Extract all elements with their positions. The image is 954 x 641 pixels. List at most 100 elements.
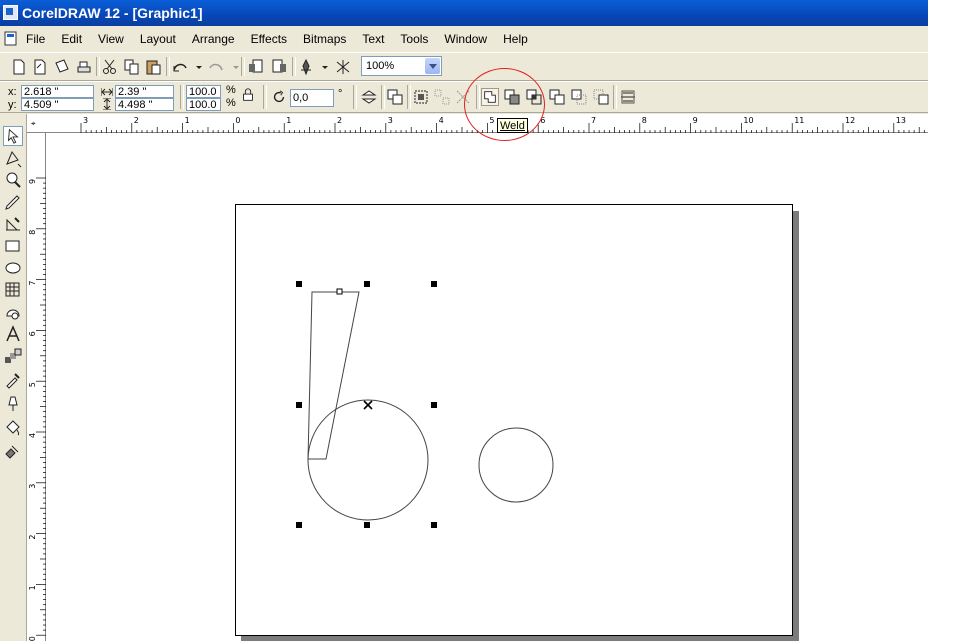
ruler-label: 4	[439, 116, 444, 125]
menu-edit[interactable]: Edit	[61, 32, 82, 46]
menu-arrange[interactable]: Arrange	[192, 32, 235, 46]
scale-y-field[interactable]: 100.0	[186, 98, 221, 111]
print-icon[interactable]	[75, 58, 93, 76]
undo-dropdown-icon[interactable]	[190, 58, 202, 76]
smart-fill-tool-icon[interactable]	[3, 214, 23, 234]
trim-icon[interactable]	[503, 88, 521, 106]
ruler-label: 3	[83, 116, 88, 125]
open-icon[interactable]	[31, 58, 49, 76]
interactive-fill-tool-icon[interactable]	[3, 440, 23, 460]
drawing-canvas[interactable]	[46, 133, 928, 641]
menu-bitmaps[interactable]: Bitmaps	[303, 32, 346, 46]
ruler-label: 3	[28, 484, 37, 489]
graph-paper-tool-icon[interactable]	[3, 280, 23, 300]
node-handle[interactable]	[336, 288, 343, 295]
ruler-label: 2	[337, 116, 342, 125]
eyedropper-tool-icon[interactable]	[3, 370, 23, 390]
export-icon[interactable]	[270, 58, 288, 76]
ellipse-tool-icon[interactable]	[3, 258, 23, 278]
ruler-origin-icon[interactable]: ⌖	[31, 119, 36, 128]
ruler-label: 1	[28, 585, 37, 590]
rotate-icon	[271, 89, 287, 105]
horizontal-ruler[interactable]: ⌖ 3 2 1 0 1 2 3 4 5 6 7 8 9 10 11 12 13	[27, 114, 928, 133]
rectangle-tool-icon[interactable]	[3, 236, 23, 256]
copy-icon[interactable]	[123, 58, 141, 76]
menu-bar: File Edit View Layout Arrange Effects Bi…	[0, 27, 928, 51]
back-minus-front-icon[interactable]	[592, 88, 610, 106]
mirror-icon[interactable]	[360, 88, 378, 106]
chevron-down-icon[interactable]	[425, 58, 440, 74]
toolbar-separator	[613, 85, 617, 109]
application-launcher-icon[interactable]	[297, 58, 315, 76]
menu-help[interactable]: Help	[503, 32, 528, 46]
x-position-field[interactable]: 2.618 "	[21, 85, 94, 98]
menu-window[interactable]: Window	[444, 32, 487, 46]
ruler-label: 12	[845, 116, 855, 125]
text-tool-icon[interactable]	[3, 324, 23, 344]
zoom-level-select[interactable]: 100%	[361, 56, 442, 76]
redo-icon[interactable]	[207, 58, 225, 76]
ungroup-icon[interactable]	[433, 88, 451, 106]
menu-file[interactable]: File	[26, 32, 45, 46]
outline-tool-icon[interactable]	[3, 394, 23, 414]
large-circle-shape[interactable]	[307, 399, 429, 521]
small-circle-shape[interactable]	[478, 427, 554, 503]
front-minus-back-icon[interactable]	[570, 88, 588, 106]
rotation-angle-field[interactable]: 0,0	[290, 89, 334, 107]
create-boundary-icon[interactable]	[619, 88, 637, 106]
import-icon[interactable]	[247, 58, 265, 76]
save-icon[interactable]	[53, 58, 71, 76]
weld-icon[interactable]	[481, 88, 499, 106]
ruler-label: 6	[28, 331, 37, 336]
corel-online-icon[interactable]	[334, 58, 352, 76]
menu-tools[interactable]: Tools	[400, 32, 428, 46]
y-position-field[interactable]: 4.509 "	[21, 98, 94, 111]
title-bar: CorelDRAW 12 - [Graphic1]	[0, 0, 928, 26]
toolbar-separator	[407, 85, 411, 109]
ruler-label: 5	[489, 116, 494, 125]
undo-icon[interactable]	[171, 58, 189, 76]
pick-tool-icon[interactable]	[3, 126, 23, 146]
menu-view[interactable]: View	[98, 32, 124, 46]
x-label: x:	[8, 86, 17, 98]
break-apart-icon[interactable]	[454, 88, 472, 106]
menu-layout[interactable]: Layout	[140, 32, 176, 46]
toolbar-separator	[241, 57, 245, 76]
vertical-ruler[interactable]: 9 8 7 6 5 4 3 2 1 0	[27, 133, 46, 641]
width-field[interactable]: 2.39 "	[115, 85, 174, 98]
zoom-tool-icon[interactable]	[3, 170, 23, 190]
window-title: CorelDRAW 12 - [Graphic1]	[22, 5, 203, 21]
document-icon[interactable]	[4, 31, 18, 47]
simplify-icon[interactable]	[548, 88, 566, 106]
toolbar-separator	[476, 85, 480, 109]
height-arrow-icon	[101, 97, 113, 111]
intersect-icon[interactable]	[525, 88, 543, 106]
launcher-dropdown-icon[interactable]	[316, 58, 328, 76]
scale-x-field[interactable]: 100.0	[186, 85, 221, 98]
group-icon[interactable]	[386, 88, 404, 106]
freehand-tool-icon[interactable]	[3, 192, 23, 212]
redo-dropdown-icon[interactable]	[227, 58, 239, 76]
paste-icon[interactable]	[145, 58, 163, 76]
height-field[interactable]: 4.498 "	[115, 98, 174, 111]
lock-ratio-icon[interactable]	[240, 87, 256, 103]
new-document-icon[interactable]	[10, 58, 28, 76]
basic-shapes-tool-icon[interactable]	[3, 302, 23, 322]
interactive-blend-tool-icon[interactable]	[3, 346, 23, 366]
tooltip-text: Weld	[500, 120, 525, 132]
combine-icon[interactable]	[412, 88, 430, 106]
fill-tool-icon[interactable]	[3, 418, 23, 438]
slanted-bar-shape[interactable]	[307, 291, 360, 460]
app-icon[interactable]	[3, 5, 18, 20]
menu-effects[interactable]: Effects	[251, 32, 287, 46]
ruler-label: 8	[642, 116, 647, 125]
ruler-label: 6	[540, 116, 545, 125]
ruler-label: 7	[591, 116, 596, 125]
cut-icon[interactable]	[101, 58, 119, 76]
toolbox	[0, 114, 27, 641]
percent-y-label: %	[226, 97, 236, 109]
ruler-label: 3	[388, 116, 393, 125]
menu-text[interactable]: Text	[362, 32, 384, 46]
toolbar-separator	[292, 57, 296, 76]
shape-tool-icon[interactable]	[3, 148, 23, 168]
